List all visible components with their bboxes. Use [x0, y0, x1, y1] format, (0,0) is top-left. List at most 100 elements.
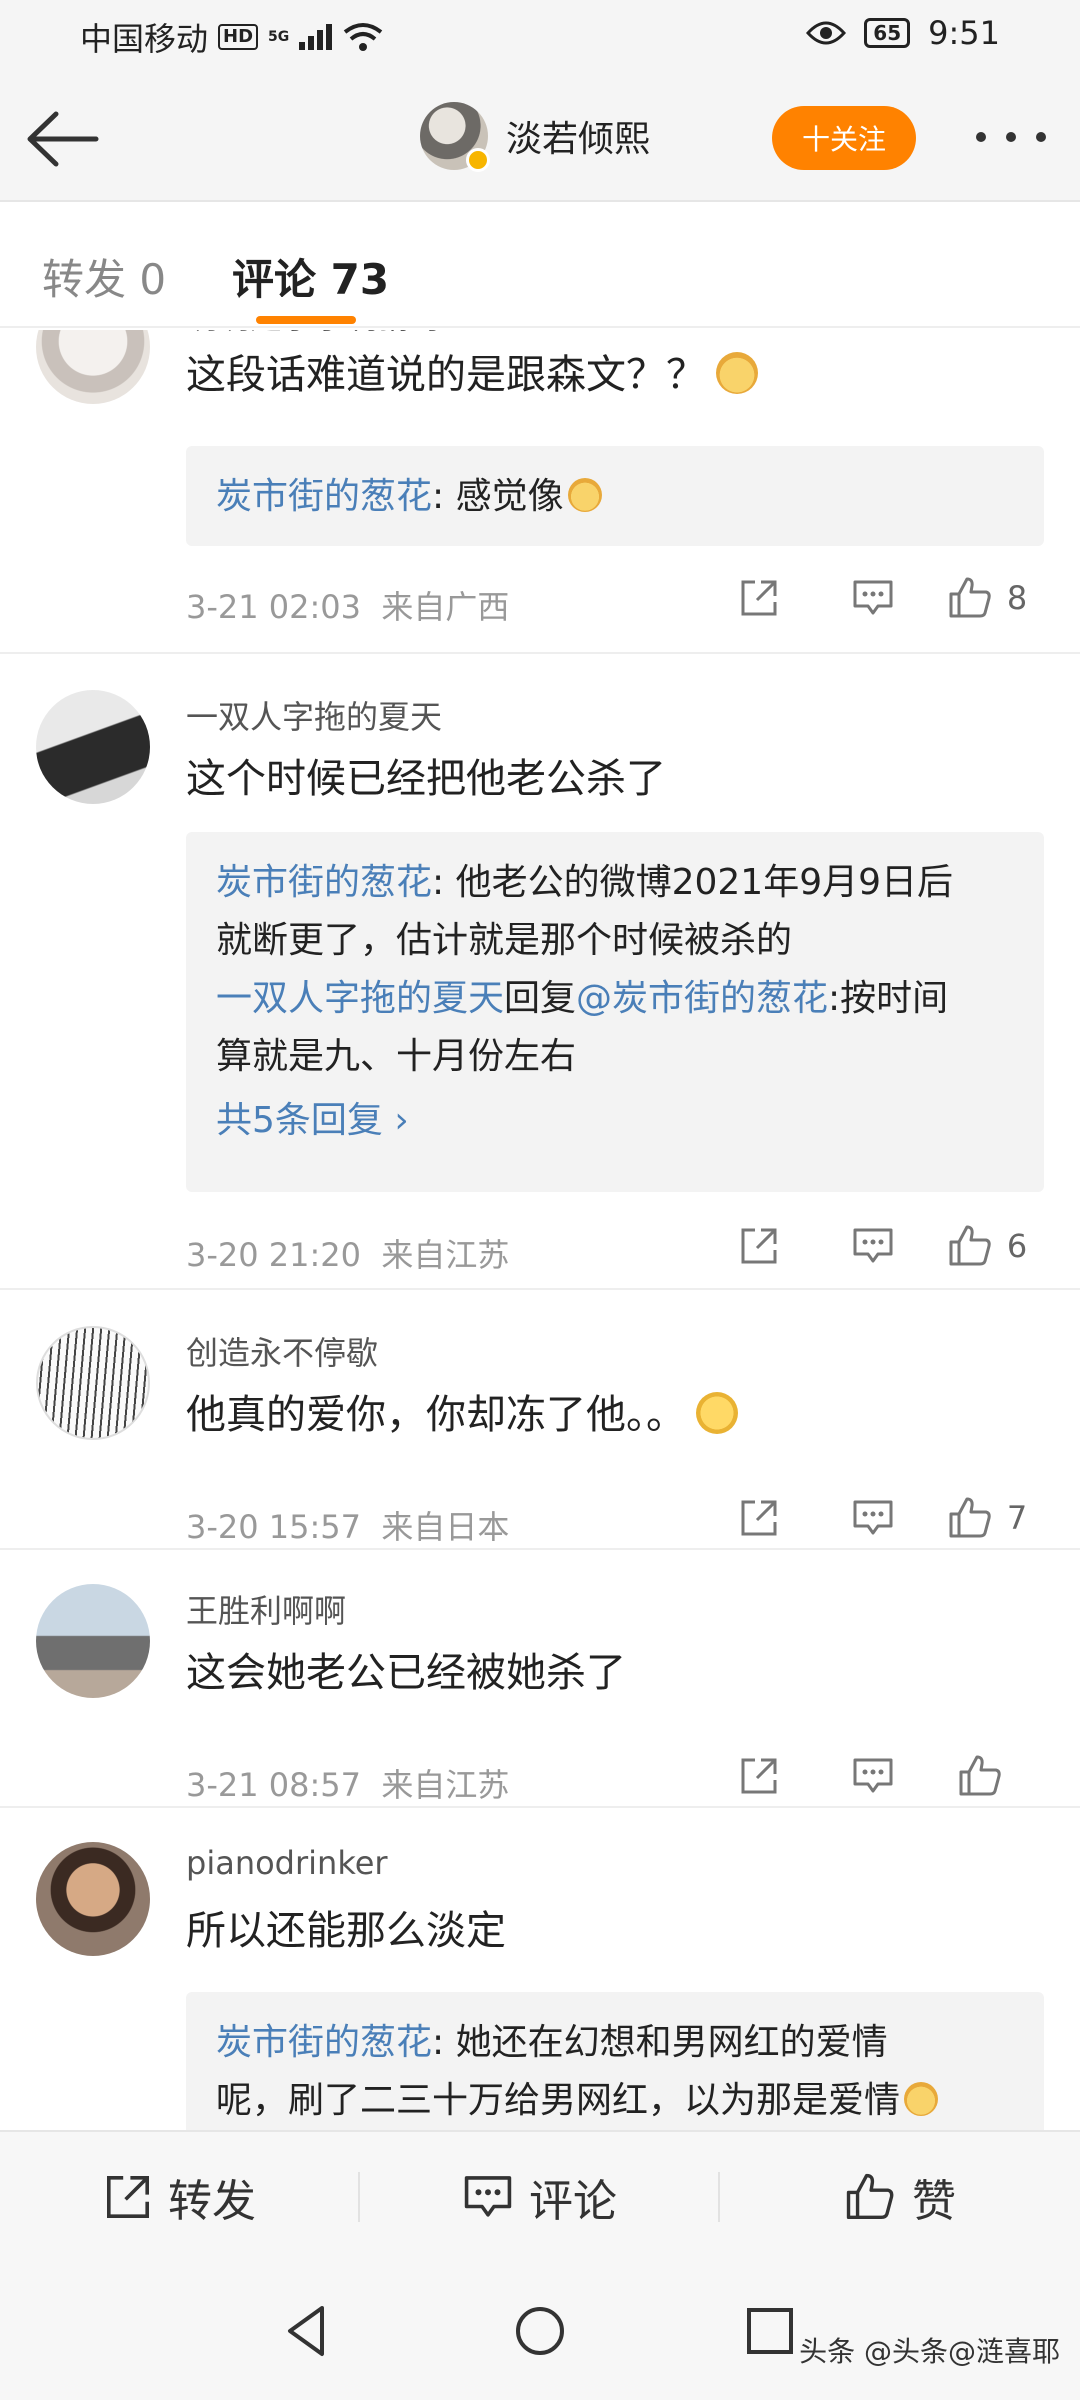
author-avatar[interactable] — [420, 102, 490, 172]
verified-badge-icon — [466, 148, 490, 172]
comment-list[interactable]: 明明是小小刺猬呀 这段话难道说的是跟森文？？ 炭市街的葱花: 感觉像 3-21 … — [0, 330, 1080, 2130]
commenter-name[interactable]: 王胜利啊啊 — [186, 1586, 346, 1632]
crying-emoji-icon — [696, 1392, 738, 1434]
like-count: 8 — [1006, 579, 1028, 617]
reply-button[interactable] — [816, 1756, 930, 1796]
comment-text: 这段话难道说的是跟森文？？ — [186, 342, 758, 400]
comment-text: 这会她老公已经被她杀了 — [186, 1650, 626, 1696]
watermark: 头条 @头条@涟喜耶 — [799, 2335, 1060, 2368]
comment-text: 他真的爱你，你却冻了他。。 — [186, 1382, 738, 1440]
comment-icon — [853, 1500, 893, 1535]
comment-location: 来自江苏 — [381, 1766, 510, 1804]
divider — [0, 652, 1080, 654]
nav-home-button[interactable] — [505, 2296, 575, 2366]
comment-time: 3-20 21:20 — [186, 1236, 362, 1274]
reply-text: :按时间 — [828, 978, 949, 1019]
like-button[interactable]: 7 — [930, 1496, 1044, 1540]
square-recents-icon — [747, 2308, 793, 2354]
share-icon — [741, 1758, 777, 1794]
active-tab-indicator — [256, 316, 356, 324]
reply-user-link[interactable]: 炭市街的葱花 — [216, 862, 432, 903]
share-icon — [741, 1500, 777, 1536]
reply-button[interactable] — [816, 1498, 930, 1538]
share-button[interactable] — [702, 1498, 816, 1538]
reply-user-link[interactable]: 炭市街的葱花 — [216, 476, 432, 517]
share-button[interactable] — [702, 578, 816, 618]
reply-button[interactable] — [816, 1226, 930, 1266]
comment-meta: 3-20 21:20 来自江苏 — [186, 1230, 509, 1276]
status-right: 65 9:51 — [806, 14, 1000, 52]
tab-comments[interactable]: 评论 73 — [232, 246, 389, 307]
comment-text: 所以还能那么淡定 — [186, 1908, 506, 1954]
comment-actions — [702, 1754, 1044, 1798]
commenter-avatar[interactable] — [36, 330, 150, 404]
reply-text-content: 呢，刷了二三十万给男网红，以为那是爱情 — [216, 2080, 901, 2121]
clock: 9:51 — [928, 14, 1000, 52]
reply-text: : 她还在幻想和男网红的爱情 — [432, 2022, 888, 2063]
signal-bars-icon — [299, 24, 333, 50]
author-name[interactable]: 淡若倾熙 — [506, 110, 650, 162]
commenter-name[interactable]: 一双人字拖的夏天 — [186, 692, 442, 738]
reply-text: : 他老公的微博2021年9月9日后 — [432, 862, 954, 903]
like-button[interactable] — [930, 1754, 1044, 1798]
tab-repost[interactable]: 转发 0 — [42, 246, 166, 307]
comment-text-content: 这段话难道说的是跟森文？？ — [186, 352, 706, 398]
like-button[interactable]: 6 — [930, 1224, 1044, 1268]
commenter-avatar[interactable] — [36, 1842, 150, 1956]
reply-preview[interactable]: 炭市街的葱花: 他老公的微博2021年9月9日后 就断更了，估计就是那个时候被杀… — [186, 832, 1044, 1192]
comment-item: 创造永不停歇 他真的爱你，你却冻了他。。 3-20 15:57 来自日本 7 — [0, 1326, 1080, 1582]
comment-item: 一双人字拖的夏天 这个时候已经把他老公杀了 炭市街的葱花: 他老公的微博2021… — [0, 690, 1080, 1290]
mention-link[interactable]: @炭市街的葱花 — [576, 978, 828, 1019]
reply-line: 炭市街的葱花: 他老公的微博2021年9月9日后 — [216, 854, 1014, 912]
like-post-button[interactable]: 赞 — [720, 2132, 1080, 2262]
reply-text-continued: 算就是九、十月份左右 — [216, 1036, 577, 1077]
commenter-avatar[interactable] — [36, 1326, 150, 1440]
comment-time: 3-20 15:57 — [186, 1508, 362, 1546]
reply-user-link[interactable]: 一双人字拖的夏天 — [216, 978, 504, 1019]
reply-user-link[interactable]: 炭市街的葱花 — [216, 2022, 432, 2063]
comment-meta: 3-20 15:57 来自日本 — [186, 1502, 509, 1548]
reply-button[interactable] — [816, 578, 930, 618]
share-button[interactable] — [702, 1756, 816, 1796]
comment-location: 来自江苏 — [381, 1236, 510, 1274]
thumbs-up-icon — [959, 1755, 1001, 1796]
commenter-avatar[interactable] — [36, 1584, 150, 1698]
comment-location: 来自广西 — [381, 588, 510, 626]
comment-icon — [853, 580, 893, 615]
reply-preview[interactable]: 炭市街的葱花: 她还在幻想和男网红的爱情 呢，刷了二三十万给男网红，以为那是爱情 — [186, 1992, 1044, 2130]
signal-icon: 5G — [268, 29, 290, 45]
comment-actions: 8 — [702, 576, 1044, 620]
post-author[interactable]: 淡若倾熙 — [420, 102, 650, 172]
back-arrow-icon — [27, 111, 99, 167]
hd-icon: HD — [218, 24, 259, 50]
reply-preview[interactable]: 炭市街的葱花: 感觉像 — [186, 446, 1044, 546]
view-all-replies-link[interactable]: 共5条回复 › — [216, 1092, 1014, 1150]
more-options-icon[interactable] — [976, 122, 1046, 152]
status-bar: 中国移动 HD 5G 65 9:51 — [0, 0, 1080, 72]
tab-bar: 转发 0 评论 73 — [0, 204, 1080, 328]
commenter-avatar[interactable] — [36, 690, 150, 804]
nav-back-button[interactable] — [272, 2296, 342, 2366]
follow-button[interactable]: 十关注 — [772, 106, 916, 170]
back-button[interactable] — [22, 104, 102, 174]
triangle-back-icon — [288, 2306, 324, 2356]
repost-button[interactable]: 转发 — [0, 2132, 360, 2262]
share-button[interactable] — [702, 1226, 816, 1266]
reply-text-continued: 呢，刷了二三十万给男网红，以为那是爱情 — [216, 2072, 1014, 2130]
comment-location: 来自日本 — [381, 1508, 510, 1546]
commenter-name[interactable]: 创造永不停歇 — [186, 1328, 378, 1374]
commenter-name[interactable]: 明明是小小刺猬呀 — [186, 330, 442, 338]
comment-text-content: 他真的爱你，你却冻了他。。 — [186, 1392, 686, 1438]
commenter-name[interactable]: pianodrinker — [186, 1844, 388, 1882]
nav-recents-button[interactable] — [735, 2296, 805, 2366]
divider — [0, 1288, 1080, 1290]
circle-home-icon — [516, 2307, 564, 2355]
follow-label: 十关注 — [801, 123, 886, 156]
comment-icon — [853, 1758, 893, 1793]
like-button[interactable]: 8 — [930, 576, 1044, 620]
comment-button[interactable]: 评论 — [360, 2132, 720, 2262]
doge-emoji-icon — [904, 2082, 939, 2116]
title-bar: 淡若倾熙 十关注 — [0, 72, 1080, 202]
comment-actions: 7 — [702, 1496, 1044, 1540]
reply-text: : 感觉像 — [432, 476, 564, 517]
